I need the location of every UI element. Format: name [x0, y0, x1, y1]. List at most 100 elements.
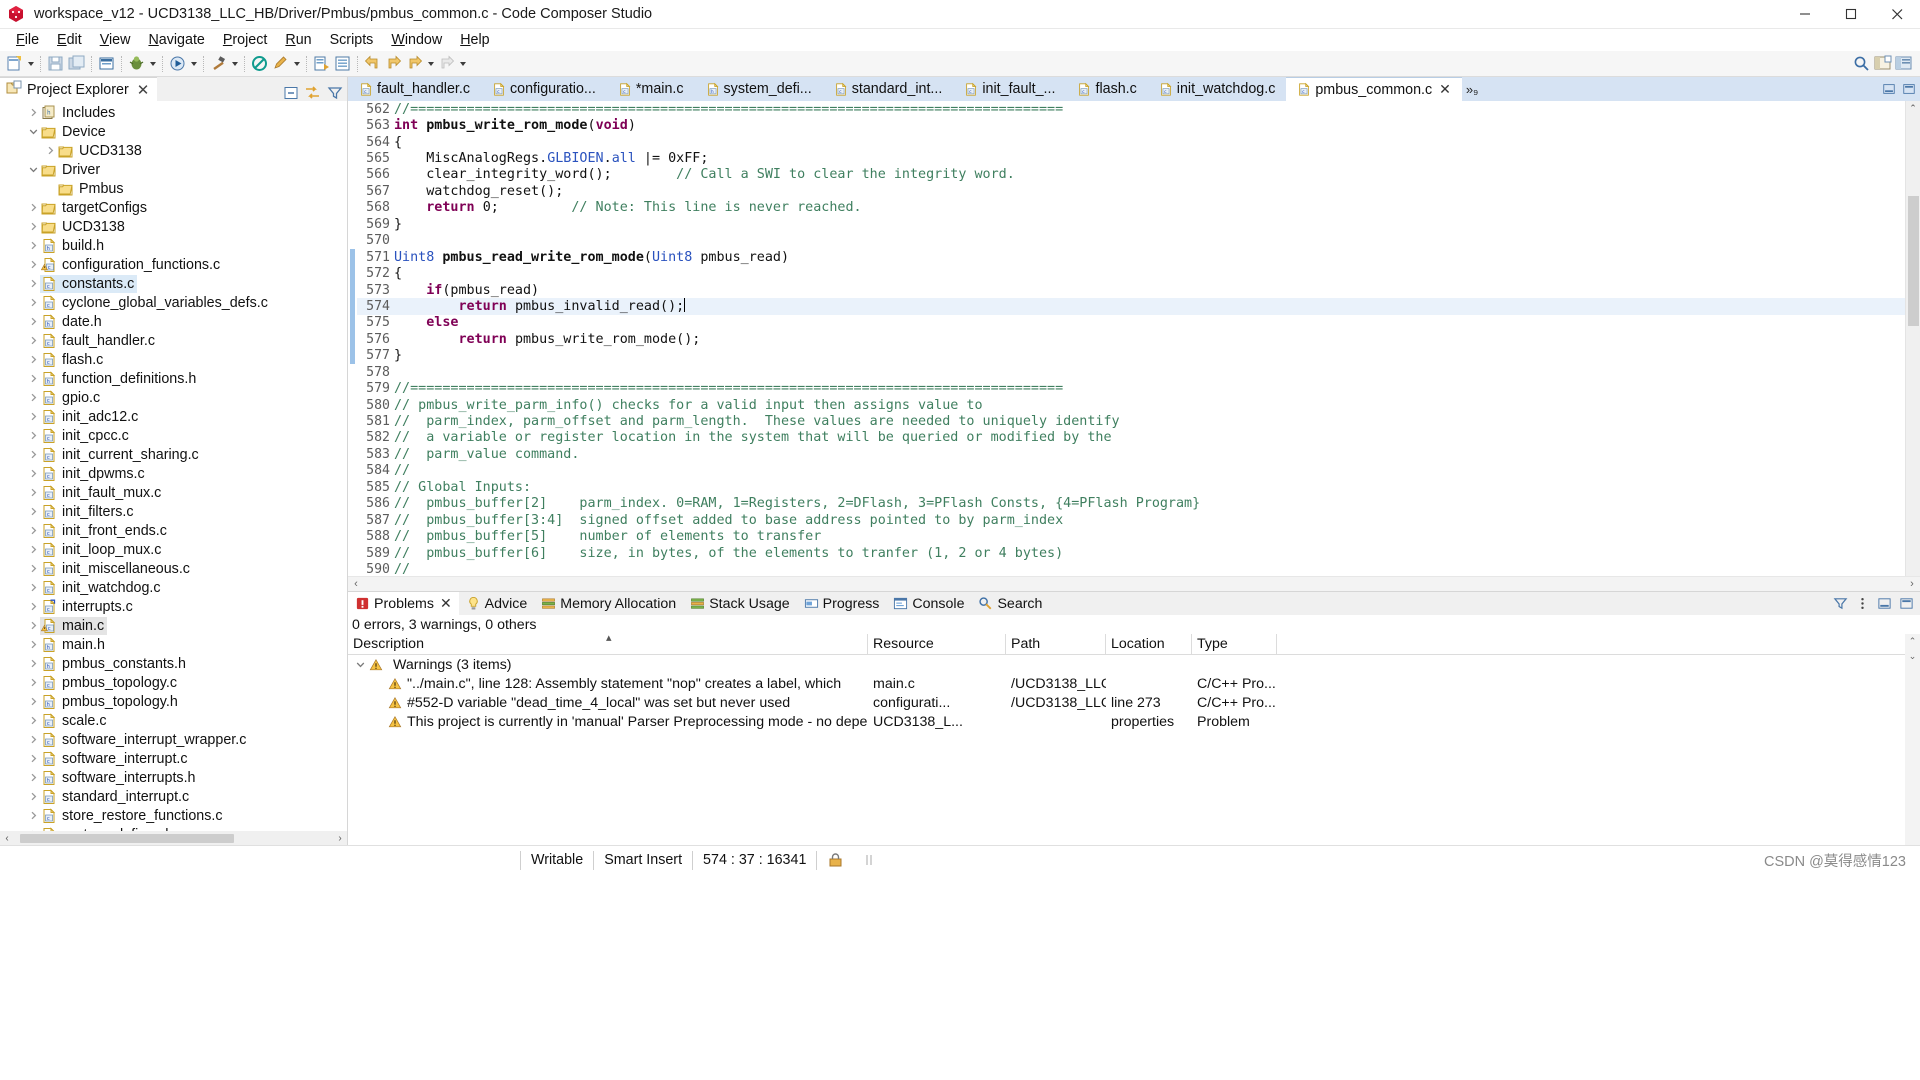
code-line[interactable]: 581// parm_index, parm_offset and parm_l… — [357, 413, 1905, 429]
tree-item-main-h[interactable]: hmain.h — [0, 635, 347, 654]
status-resize-grip[interactable] — [855, 851, 885, 870]
chevron-right-icon[interactable] — [27, 578, 40, 597]
chevron-right-icon[interactable] — [27, 369, 40, 388]
tree-item-store-restore-functions-c[interactable]: cstore_restore_functions.c — [0, 806, 347, 825]
filter-icon[interactable] — [1833, 596, 1848, 611]
tree-item-scale-c[interactable]: cscale.c — [0, 711, 347, 730]
code-line[interactable]: 568 return 0; // Note: This line is neve… — [357, 200, 1905, 216]
minimize-icon[interactable] — [1877, 596, 1892, 611]
menu-window[interactable]: Window — [382, 32, 451, 48]
menu-edit[interactable]: Edit — [48, 32, 91, 48]
editor-vertical-scrollbar[interactable]: ⌃ — [1905, 101, 1920, 576]
table-row[interactable]: #552-D variable "dead_time_4_local" was … — [348, 693, 1920, 712]
forward-arrow-icon[interactable] — [384, 54, 403, 73]
tab-project-explorer[interactable]: Project Explorer ✕ — [0, 77, 157, 101]
editor-tab-overflow-indicator[interactable]: »₉ — [1462, 77, 1482, 101]
code-line[interactable]: 569} — [357, 216, 1905, 232]
code-line[interactable]: 589// pmbus_buffer[6] size, in bytes, of… — [357, 545, 1905, 561]
chevron-right-icon[interactable] — [27, 445, 40, 464]
chevron-down-icon[interactable] — [356, 657, 365, 673]
tree-item-init-loop-mux-c[interactable]: cinit_loop_mux.c — [0, 540, 347, 559]
chevron-right-icon[interactable] — [27, 312, 40, 331]
tree-item-init-adc12-c[interactable]: cinit_adc12.c — [0, 407, 347, 426]
build-dropdown-icon[interactable] — [229, 55, 240, 73]
minimize-button[interactable] — [1782, 0, 1828, 29]
close-icon[interactable]: ✕ — [137, 81, 150, 99]
menu-file[interactable]: File — [7, 32, 48, 48]
panel-tab-stack-usage[interactable]: Stack Usage — [683, 596, 796, 612]
column-header-path[interactable]: Path — [1006, 634, 1106, 654]
tree-item-configuration-functions-c[interactable]: cconfiguration_functions.c — [0, 255, 347, 274]
table-row[interactable]: This project is currently in 'manual' Pa… — [348, 712, 1920, 731]
panel-tab-console[interactable]: Console — [886, 596, 971, 612]
menu-view[interactable]: View — [91, 32, 140, 48]
scroll-left-icon[interactable]: ‹ — [0, 833, 14, 844]
panel-tab-problems[interactable]: Problems✕ — [348, 592, 459, 615]
tree-item-main-c[interactable]: cmain.c — [0, 616, 347, 635]
editor-tab--main-c[interactable]: c*main.c — [607, 77, 695, 101]
tree-item-init-filters-c[interactable]: cinit_filters.c — [0, 502, 347, 521]
chevron-right-icon[interactable] — [27, 350, 40, 369]
view-menu-icon[interactable] — [1855, 596, 1870, 611]
tree-item-function-definitions-h[interactable]: hfunction_definitions.h — [0, 369, 347, 388]
chevron-right-icon[interactable] — [27, 749, 40, 768]
tree-item-ucd3138[interactable]: UCD3138 — [0, 141, 347, 160]
pencil-dropdown-icon[interactable] — [291, 55, 302, 73]
maximize-button[interactable] — [1828, 0, 1874, 29]
editor-tab-init-watchdog-c[interactable]: cinit_watchdog.c — [1148, 77, 1287, 101]
code-line[interactable]: 580// pmbus_write_parm_info() checks for… — [357, 397, 1905, 413]
tree-item-constants-c[interactable]: cconstants.c — [0, 274, 347, 293]
code-line[interactable]: 583// parm_value command. — [357, 446, 1905, 462]
chevron-right-icon[interactable] — [27, 540, 40, 559]
tree-item-software-interrupt-c[interactable]: csoftware_interrupt.c — [0, 749, 347, 768]
link-with-editor-icon[interactable] — [304, 84, 321, 101]
chevron-right-icon[interactable] — [27, 559, 40, 578]
column-header-location[interactable]: Location — [1106, 634, 1192, 654]
tree-item-pmbus-topology-c[interactable]: cpmbus_topology.c — [0, 673, 347, 692]
maximize-icon[interactable] — [1902, 82, 1916, 96]
tree-item-init-miscellaneous-c[interactable]: cinit_miscellaneous.c — [0, 559, 347, 578]
new-file-icon[interactable] — [5, 54, 24, 73]
menu-run[interactable]: Run — [276, 32, 320, 48]
menu-project[interactable]: Project — [214, 32, 277, 48]
chevron-right-icon[interactable] — [27, 255, 40, 274]
tree-item-standard-interrupt-c[interactable]: cstandard_interrupt.c — [0, 787, 347, 806]
menu-help[interactable]: Help — [451, 32, 498, 48]
tree-item-ucd3138[interactable]: UCD3138 — [0, 217, 347, 236]
code-area[interactable]: 562//===================================… — [357, 101, 1905, 576]
editor-tab-fault-handler-c[interactable]: cfault_handler.c — [348, 77, 481, 101]
list-view-icon[interactable] — [333, 54, 352, 73]
panel-tab-search[interactable]: Search — [971, 596, 1049, 612]
tree-item-fault-handler-c[interactable]: cfault_handler.c — [0, 331, 347, 350]
code-line[interactable]: 585// Global Inputs: — [357, 479, 1905, 495]
scroll-left-icon[interactable]: ‹ — [348, 578, 364, 590]
chevron-right-icon[interactable] — [27, 464, 40, 483]
close-button[interactable] — [1874, 0, 1920, 29]
chevron-right-icon[interactable] — [27, 502, 40, 521]
code-line[interactable]: 563int pmbus_write_rom_mode(void) — [357, 117, 1905, 133]
tree-item-includes[interactable]: hIncludes — [0, 103, 347, 122]
scroll-up-icon[interactable]: ⌃ — [1905, 634, 1920, 649]
code-line[interactable]: 586// pmbus_buffer[2] parm_index. 0=RAM,… — [357, 496, 1905, 512]
column-header-resource[interactable]: Resource — [868, 634, 1006, 654]
chevron-right-icon[interactable] — [27, 787, 40, 806]
tree-item-init-dpwms-c[interactable]: cinit_dpwms.c — [0, 464, 347, 483]
table-row[interactable]: "../main.c", line 128: Assembly statemen… — [348, 674, 1920, 693]
chevron-down-icon[interactable] — [27, 122, 40, 141]
view-menu-filter-icon[interactable] — [326, 84, 343, 101]
no-entry-icon[interactable] — [250, 54, 269, 73]
column-header-type[interactable]: Type — [1192, 634, 1277, 654]
save-icon[interactable] — [46, 54, 65, 73]
code-line[interactable]: 566 clear_integrity_word(); // Call a SW… — [357, 167, 1905, 183]
code-line[interactable]: 590// — [357, 561, 1905, 576]
chevron-right-icon[interactable] — [27, 198, 40, 217]
code-line[interactable]: 584// — [357, 463, 1905, 479]
code-line[interactable]: 579//===================================… — [357, 380, 1905, 396]
chevron-right-icon[interactable] — [27, 388, 40, 407]
scroll-down-icon[interactable]: ⌄ — [1905, 649, 1920, 664]
scroll-track[interactable] — [14, 832, 333, 845]
editor-tab-flash-c[interactable]: cflash.c — [1066, 77, 1147, 101]
new-view-icon[interactable] — [97, 54, 116, 73]
code-line[interactable]: 578 — [357, 364, 1905, 380]
code-line[interactable]: 574 return pmbus_invalid_read(); — [357, 298, 1905, 314]
